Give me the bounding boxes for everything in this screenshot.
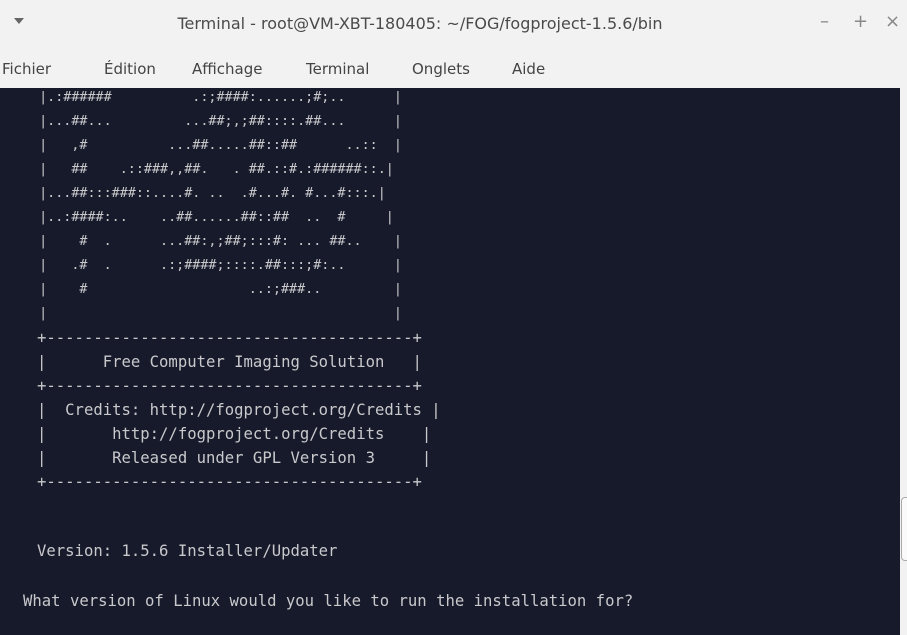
maximize-button[interactable]: + <box>853 12 868 32</box>
ascii-art-line: | ,# ...##.....##::## ..:: | <box>23 138 402 153</box>
ascii-art-line: | # ..:;###.. | <box>23 282 402 297</box>
ascii-art-line: | ## .::###,,##. . ##.::#.:######::.| <box>23 162 394 177</box>
menu-aide[interactable]: Aide <box>512 60 545 78</box>
menu-edition[interactable]: Édition <box>104 60 156 78</box>
ascii-art-line: | | <box>23 306 402 321</box>
terminal-output[interactable]: |.:###### .:;####:......;#;.. | |...##..… <box>0 88 900 635</box>
box-border-line: +---------------------------------------… <box>37 377 422 395</box>
box-credits-url: | http://fogproject.org/Credits | <box>37 425 432 443</box>
ascii-art-line: | .# . .:;####;::::.##:::;#:.. | <box>23 258 402 273</box>
ascii-art-line: |...##:::###::....#. .. .#...#. #...#:::… <box>23 186 386 201</box>
scrollbar-handle[interactable] <box>901 497 907 561</box>
window-title: Terminal - root@VM-XBT-180405: ~/FOG/fog… <box>177 14 663 33</box>
box-license-line: | Released under GPL Version 3 | <box>37 449 432 467</box>
menu-onglets[interactable]: Onglets <box>412 60 470 78</box>
ascii-art-line: |.:###### .:;####:......;#;.. | <box>23 90 402 105</box>
menu-bar: Fichier Édition Affichage Terminal Ongle… <box>0 50 907 88</box>
terminal-window: Terminal - root@VM-XBT-180405: ~/FOG/fog… <box>0 0 907 635</box>
menu-fichier[interactable]: Fichier <box>2 60 51 78</box>
menu-terminal[interactable]: Terminal <box>306 60 369 78</box>
close-button[interactable]: × <box>885 12 900 32</box>
ascii-art-line: |...##... ...##;,;##::::.##... | <box>23 114 402 129</box>
menu-affichage[interactable]: Affichage <box>192 60 262 78</box>
ascii-art-line: |..:####:.. ..##......##::## .. # | <box>23 210 394 225</box>
minimize-button[interactable]: – <box>820 12 829 32</box>
box-border-line: +---------------------------------------… <box>37 473 422 491</box>
box-tagline: | Free Computer Imaging Solution | <box>37 353 422 371</box>
ascii-art-line: | # . ...##:,;##;:::#: ... ##.. | <box>23 234 402 249</box>
question-line: What version of Linux would you like to … <box>23 592 634 610</box>
version-line: Version: 1.5.6 Installer/Updater <box>37 542 338 560</box>
title-bar[interactable]: Terminal - root@VM-XBT-180405: ~/FOG/fog… <box>0 0 907 50</box>
box-border-line: +---------------------------------------… <box>37 329 422 347</box>
box-credits-line: | Credits: http://fogproject.org/Credits… <box>37 401 441 419</box>
